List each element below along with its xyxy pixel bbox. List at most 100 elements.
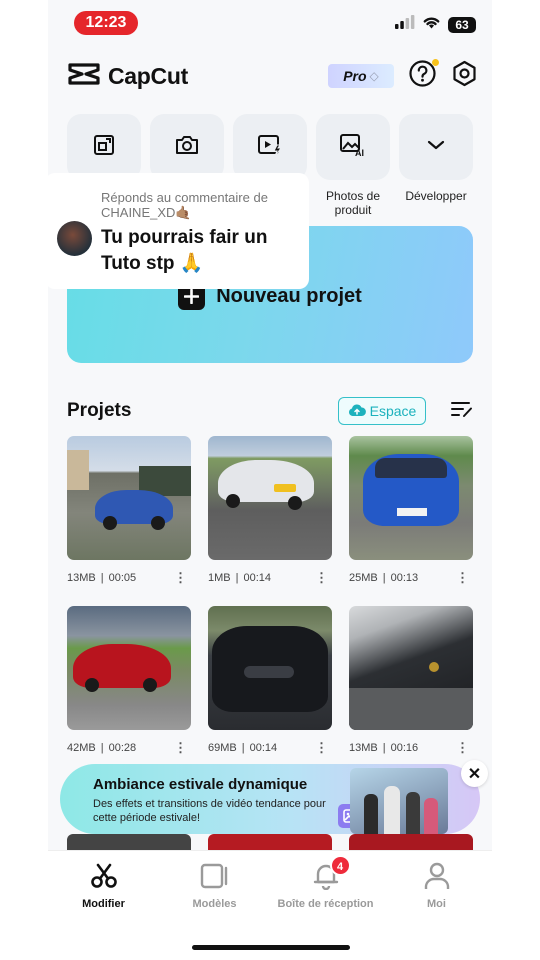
espace-button[interactable]: Espace [338,397,426,425]
project-card[interactable]: 1MB | 00:14 ⋮ [208,436,332,606]
project-duration: 00:13 [390,572,419,584]
cloud-icon [348,403,366,420]
promo-banner[interactable]: Ambiance estivale dynamique Des effets e… [60,760,488,834]
tool-expand[interactable]: Développer [399,114,473,217]
tab-moi[interactable]: Moi [381,851,492,921]
comment-message: Tu pourrais fair un Tuto stp 🙏 [101,227,268,274]
bottom-tab-bar: Modifier Modèles 4 Boîte de réception Mo… [48,850,492,960]
meta-separator: | [100,742,104,754]
more-options-icon[interactable]: ⋮ [456,570,469,586]
meta-separator: | [241,742,245,754]
project-card[interactable]: 13MB | 00:05 ⋮ [67,436,191,606]
project-meta: 13MB | 00:16 ⋮ [349,740,473,756]
tool-product-photos-box: AI [316,114,390,180]
more-options-icon[interactable]: ⋮ [174,570,187,586]
more-options-icon[interactable]: ⋮ [456,740,469,756]
pro-label: Pro [343,68,367,84]
capcut-logo-icon [68,62,100,91]
project-thumbnail [208,436,332,560]
project-size: 13MB [349,742,378,754]
left-frame [0,0,48,960]
comment-reply-overlay: Réponds au commentaire de CHAINE_XD🤙🏽 Tu… [45,173,309,289]
project-thumbnail [349,606,473,730]
tab-icon [89,863,119,893]
status-icons: 63 [395,15,476,34]
templates-icon [200,863,230,894]
meta-separator: | [382,742,386,754]
app-header: CapCut Pro ◇ [68,58,478,94]
pro-diamond-icon: ◇ [369,69,379,83]
app-screen: 12:23 63 CapCut Pro ◇ AI Photos de produ… [48,0,492,960]
project-card[interactable]: 69MB | 00:14 ⋮ [208,606,332,776]
tab-label: Boîte de réception [277,898,374,910]
project-meta: 25MB | 00:13 ⋮ [349,570,473,586]
tab-inbox[interactable]: 4 Boîte de réception [270,851,381,921]
promo-subtitle: Des effets et transitions de vidéo tenda… [93,798,326,824]
promo-title: Ambiance estivale dynamique [93,776,308,793]
scissors-icon [90,863,118,894]
tool-label: Photos de produit [325,189,381,217]
project-size: 42MB [67,742,96,754]
help-button[interactable] [408,59,439,92]
autocut-icon [257,133,283,162]
reply-to-label: Réponds au commentaire de CHAINE_XD🤙🏽 [101,190,268,220]
meta-separator: | [382,572,386,584]
project-thumbnail [208,606,332,730]
project-size: 69MB [208,742,237,754]
project-row-partial [67,834,473,850]
signal-icon [395,15,415,34]
sort-edit-icon[interactable] [450,400,474,423]
close-button[interactable]: ✕ [461,760,488,787]
tab-label: Moi [427,898,446,910]
project-duration: 00:14 [243,572,272,584]
project-card[interactable]: 25MB | 00:13 ⋮ [349,436,473,606]
tab-icon: 4 [311,855,351,893]
more-options-icon[interactable]: ⋮ [315,740,328,756]
more-options-icon[interactable]: ⋮ [315,570,328,586]
tool-expand-box [399,114,473,180]
project-meta: 13MB | 00:05 ⋮ [67,570,191,586]
project-size: 1MB [208,572,231,584]
tab-modifier[interactable]: Modifier [48,851,159,921]
project-meta: 69MB | 00:14 ⋮ [208,740,332,756]
right-frame [492,0,540,960]
meta-separator: | [235,572,239,584]
commenter-avatar [57,221,92,256]
project-size: 25MB [349,572,378,584]
status-time: 12:23 [74,11,138,35]
resize-icon [92,133,116,162]
ai-photo-icon: AI [339,133,367,162]
project-thumbnail [67,436,191,560]
tool-autocut-box [233,114,307,180]
home-indicator [192,945,350,950]
project-meta: 42MB | 00:28 ⋮ [67,740,191,756]
project-card[interactable]: 13MB | 00:16 ⋮ [349,606,473,776]
tab-label: Modifier [82,898,125,910]
project-duration: 00:16 [390,742,419,754]
tool-product-photos[interactable]: AI Photos de produit [316,114,390,217]
tool-label: Développer [405,189,467,203]
project-size: 13MB [67,572,96,584]
tab-label: Modèles [192,898,237,910]
pro-button[interactable]: Pro ◇ [328,64,394,88]
help-icon [408,60,436,92]
more-options-icon[interactable]: ⋮ [174,740,187,756]
promo-image [350,768,448,834]
meta-separator: | [100,572,104,584]
header-actions: Pro ◇ [328,59,478,92]
project-duration: 00:14 [249,742,278,754]
project-thumbnail [67,606,191,730]
notification-badge: 4 [329,855,351,876]
project-grid: 13MB | 00:05 ⋮ 1MB | 00:14 ⋮ 25MB | 00:1… [67,436,473,776]
svg-text:AI: AI [355,148,364,157]
tab-modeles[interactable]: Modèles [159,851,270,921]
settings-button[interactable] [450,60,478,90]
project-card[interactable]: 42MB | 00:28 ⋮ [67,606,191,776]
tool-camera-box [150,114,224,180]
tab-icon [200,863,230,893]
project-duration: 00:28 [108,742,137,754]
tool-resize-box [67,114,141,180]
notification-dot [432,59,439,66]
espace-label: Espace [369,403,417,419]
project-meta: 1MB | 00:14 ⋮ [208,570,332,586]
